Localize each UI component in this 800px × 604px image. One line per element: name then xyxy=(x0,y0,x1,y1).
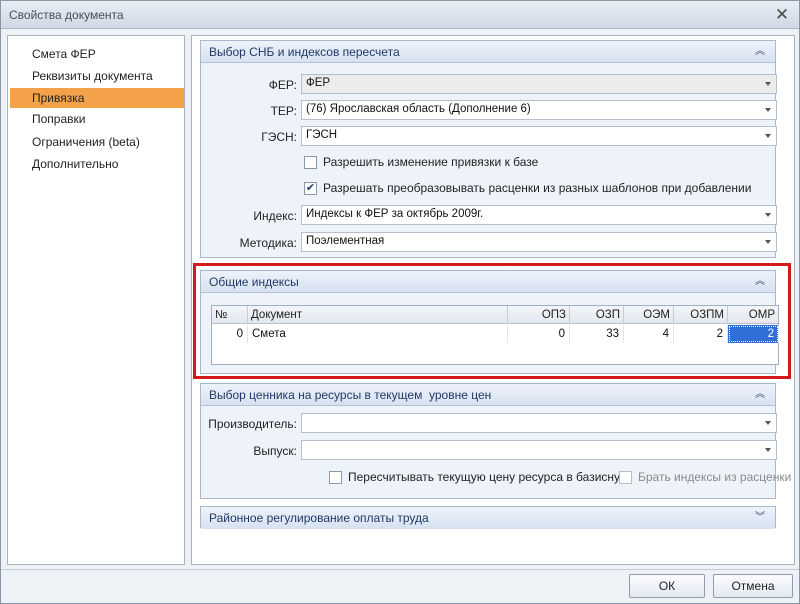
gesn-value: ГЭСН xyxy=(306,129,338,141)
fer-value: ФЕР xyxy=(306,77,331,89)
index-label: Индекс: xyxy=(253,209,297,223)
sidebar-item-corrections[interactable]: Поправки xyxy=(10,109,184,129)
gesn-label: ГЭСН: xyxy=(261,130,297,144)
dropdown-arrow-icon xyxy=(765,82,771,86)
method-select[interactable]: Поэлементная xyxy=(301,232,777,252)
snb-group-header[interactable]: Выбор СНБ и индексов пересчета ︽ xyxy=(201,41,775,63)
index-select[interactable]: Индексы к ФЕР за октябрь 2009г. xyxy=(301,205,777,225)
sidebar-item-additional[interactable]: Дополнительно xyxy=(10,154,184,174)
ter-label: ТЕР: xyxy=(270,104,297,118)
footer-divider xyxy=(1,569,799,570)
dropdown-arrow-icon xyxy=(765,213,771,217)
recalc-price-label: Пересчитывать текущую цену ресурса в баз… xyxy=(348,470,630,484)
dropdown-arrow-icon xyxy=(765,421,771,425)
sidebar-item-restrictions[interactable]: Ограничения (beta) xyxy=(10,132,184,152)
ter-value: (76) Ярославская область (Дополнение 6) xyxy=(306,103,531,115)
highlight-frame xyxy=(193,263,791,379)
recalc-price-checkbox[interactable]: Пересчитывать текущую цену ресурса в баз… xyxy=(329,470,629,486)
fer-select[interactable]: ФЕР xyxy=(301,74,777,94)
sidebar-item-smeta-fer[interactable]: Смета ФЕР xyxy=(10,44,184,64)
sidebar-item-requisites[interactable]: Реквизиты документа xyxy=(10,66,184,86)
dropdown-arrow-icon xyxy=(765,448,771,452)
allow-change-binding-label: Разрешить изменение привязки к базе xyxy=(323,155,539,169)
checkbox-box[interactable] xyxy=(304,156,317,169)
allow-change-binding-checkbox[interactable]: Разрешить изменение привязки к базе xyxy=(304,155,774,171)
producer-select[interactable] xyxy=(301,413,777,433)
release-label: Выпуск: xyxy=(253,444,297,458)
dropdown-arrow-icon xyxy=(765,108,771,112)
take-indexes-label: Брать индексы из расценки xyxy=(638,470,792,484)
fer-label: ФЕР: xyxy=(268,78,297,92)
sidebar: Смета ФЕР Реквизиты документа Привязка П… xyxy=(7,35,185,565)
release-select[interactable] xyxy=(301,440,777,460)
dropdown-arrow-icon xyxy=(765,134,771,138)
price-list-header[interactable]: Выбор ценника на ресурсы в текущем уровн… xyxy=(201,384,775,406)
price-list-title: Выбор ценника на ресурсы в текущем уровн… xyxy=(209,388,492,402)
chevron-down-double-icon[interactable]: ︾ xyxy=(753,507,767,529)
dropdown-arrow-icon xyxy=(765,240,771,244)
allow-convert-label: Разрешать преобразовывать расценки из ра… xyxy=(323,181,752,195)
gesn-select[interactable]: ГЭСН xyxy=(301,126,777,146)
method-value: Поэлементная xyxy=(306,235,385,247)
method-label: Методика: xyxy=(239,236,297,250)
checkbox-box[interactable] xyxy=(329,471,342,484)
title-bar: Свойства документа ✕ xyxy=(1,1,799,29)
chevron-up-double-icon[interactable]: ︽ xyxy=(753,384,767,406)
producer-label: Производитель: xyxy=(208,417,297,431)
close-icon[interactable]: ✕ xyxy=(773,6,791,24)
chevron-up-double-icon[interactable]: ︽ xyxy=(753,41,767,63)
allow-convert-checkbox[interactable]: ✔ Разрешать преобразовывать расценки из … xyxy=(304,181,774,197)
window-title: Свойства документа xyxy=(9,8,124,22)
checkbox-box[interactable] xyxy=(619,471,632,484)
snb-group: Выбор СНБ и индексов пересчета ︽ ФЕР: ФЕ… xyxy=(200,40,777,258)
regional-regulation-header[interactable]: Районное регулирование оплаты труда ︾ xyxy=(201,507,775,529)
check-mark-icon[interactable]: ✔ xyxy=(304,182,317,195)
take-indexes-checkbox[interactable]: Брать индексы из расценки xyxy=(619,470,791,486)
index-value: Индексы к ФЕР за октябрь 2009г. xyxy=(306,208,484,220)
cancel-button[interactable]: Отмена xyxy=(713,574,793,598)
price-list-group: Выбор ценника на ресурсы в текущем уровн… xyxy=(200,383,791,499)
ok-button[interactable]: ОК xyxy=(629,574,705,598)
snb-group-title: Выбор СНБ и индексов пересчета xyxy=(209,45,400,59)
ter-select[interactable]: (76) Ярославская область (Дополнение 6) xyxy=(301,100,777,120)
regional-regulation-title: Районное регулирование оплаты труда xyxy=(209,511,429,525)
sidebar-item-binding[interactable]: Привязка xyxy=(10,88,184,108)
regional-regulation-group: Районное регулирование оплаты труда ︾ xyxy=(200,506,776,529)
